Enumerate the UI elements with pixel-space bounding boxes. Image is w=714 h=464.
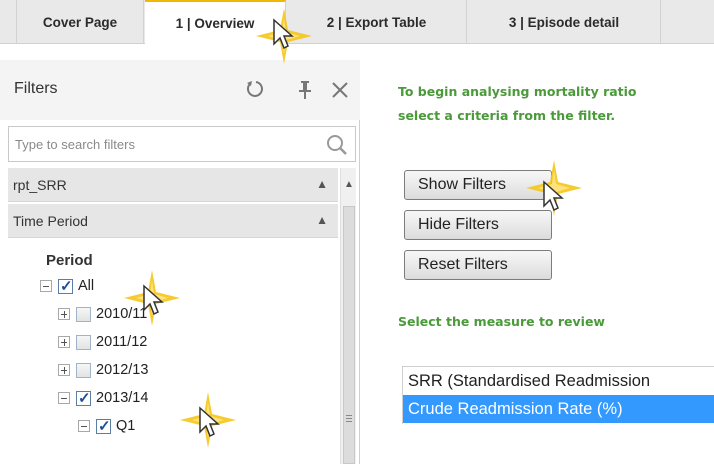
filter-card-time-period[interactable]: Time Period ▲ (8, 204, 338, 238)
intro-line-1: To begin analysing mortality ratio (398, 84, 637, 99)
checkbox-all[interactable] (58, 277, 73, 295)
pin-icon[interactable] (296, 79, 314, 101)
filter-card-label: Time Period (13, 212, 88, 229)
tree-item-q1[interactable]: Q1 (78, 414, 135, 438)
mouse-pointer-icon (143, 284, 164, 316)
mouse-pointer-icon (543, 180, 564, 212)
filter-scrollbar[interactable]: ▲ (340, 168, 356, 464)
tab-episode-detail[interactable]: 3 | Episode detail (468, 0, 661, 44)
expand-icon[interactable] (58, 364, 70, 376)
tree-item-label: All (78, 278, 95, 294)
tree-item-label: 2012/13 (96, 362, 149, 378)
tree-item-2012-13[interactable]: 2012/13 (58, 358, 148, 382)
filter-card-rpt-srr[interactable]: rpt_SRR ▲ (8, 168, 338, 202)
expand-icon[interactable] (58, 336, 70, 348)
checkbox-2010-11[interactable] (76, 306, 91, 322)
mouse-pointer-icon (199, 406, 220, 438)
filter-pane-title: Filters (14, 80, 58, 97)
collapse-icon[interactable] (40, 280, 52, 292)
filter-search-input[interactable] (9, 127, 319, 161)
mouse-pointer-icon (273, 18, 294, 50)
close-icon[interactable] (330, 80, 350, 100)
reset-filters-button[interactable]: Reset Filters (404, 250, 552, 280)
measure-label: Select the measure to review (398, 314, 605, 329)
tree-item-label: 2013/14 (96, 390, 149, 406)
checkbox-2011-12[interactable] (76, 334, 91, 350)
caret-up-icon[interactable]: ▲ (316, 177, 328, 191)
expand-icon[interactable] (58, 308, 70, 320)
intro-line-2: select a criteria from the filter. (398, 108, 616, 123)
collapse-icon[interactable] (58, 392, 70, 404)
tree-item-label: 2011/12 (96, 334, 148, 350)
tree-item-all[interactable]: All (40, 274, 94, 298)
scroll-up-arrow-icon[interactable]: ▲ (341, 168, 357, 202)
report-tab-bar: Cover Page 1 | Overview 2 | Export Table… (0, 0, 714, 45)
tree-item-label: Q1 (116, 418, 136, 434)
tree-item-2013-14[interactable]: 2013/14 (58, 386, 148, 410)
intro-instructions: To begin analysing mortality ratio selec… (398, 80, 714, 128)
filter-card-label: rpt_SRR (13, 176, 67, 193)
search-icon[interactable] (325, 133, 349, 157)
measure-option-srr[interactable]: SRR (Standardised Readmission (403, 367, 714, 395)
filter-pane-header: Filters (0, 60, 360, 120)
collapse-icon[interactable] (78, 420, 90, 432)
checkbox-2012-13[interactable] (76, 362, 91, 378)
measure-option-crude-readmission[interactable]: Crude Readmission Rate (%) (403, 395, 714, 423)
checkbox-2013-14[interactable] (76, 389, 91, 407)
tab-cover-page[interactable]: Cover Page (16, 0, 144, 44)
tab-export-table[interactable]: 2 | Export Table (287, 0, 467, 44)
scrollbar-thumb[interactable] (343, 206, 355, 464)
filter-search-box (8, 126, 356, 162)
caret-up-icon[interactable]: ▲ (316, 213, 328, 227)
period-field-label: Period (46, 252, 93, 269)
checkbox-q1[interactable] (96, 417, 111, 435)
measure-listbox[interactable]: SRR (Standardised Readmission Crude Read… (402, 366, 714, 424)
tree-item-2011-12[interactable]: 2011/12 (58, 330, 147, 354)
reset-icon[interactable] (244, 78, 266, 100)
